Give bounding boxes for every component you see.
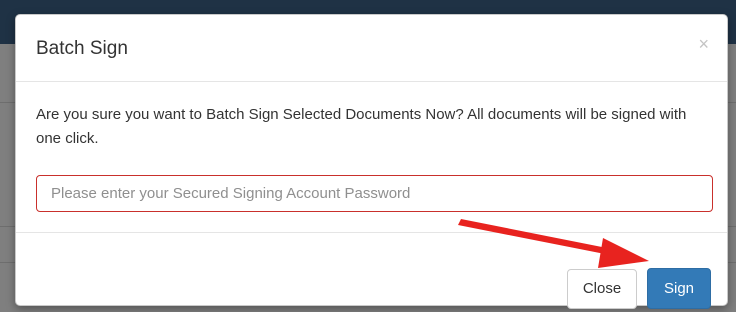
signing-password-input[interactable] bbox=[36, 175, 713, 212]
sign-button[interactable]: Sign bbox=[647, 268, 711, 309]
close-icon[interactable]: × bbox=[698, 35, 709, 53]
dialog-footer: Close Sign bbox=[16, 232, 727, 309]
dialog-header: Batch Sign × bbox=[16, 15, 727, 82]
dialog-title: Batch Sign bbox=[36, 38, 128, 59]
batch-sign-dialog: Batch Sign × Are you sure you want to Ba… bbox=[15, 14, 728, 309]
close-button[interactable]: Close bbox=[567, 269, 637, 309]
dialog-body: Are you sure you want to Batch Sign Sele… bbox=[16, 82, 727, 232]
confirmation-message: Are you sure you want to Batch Sign Sele… bbox=[36, 106, 687, 147]
